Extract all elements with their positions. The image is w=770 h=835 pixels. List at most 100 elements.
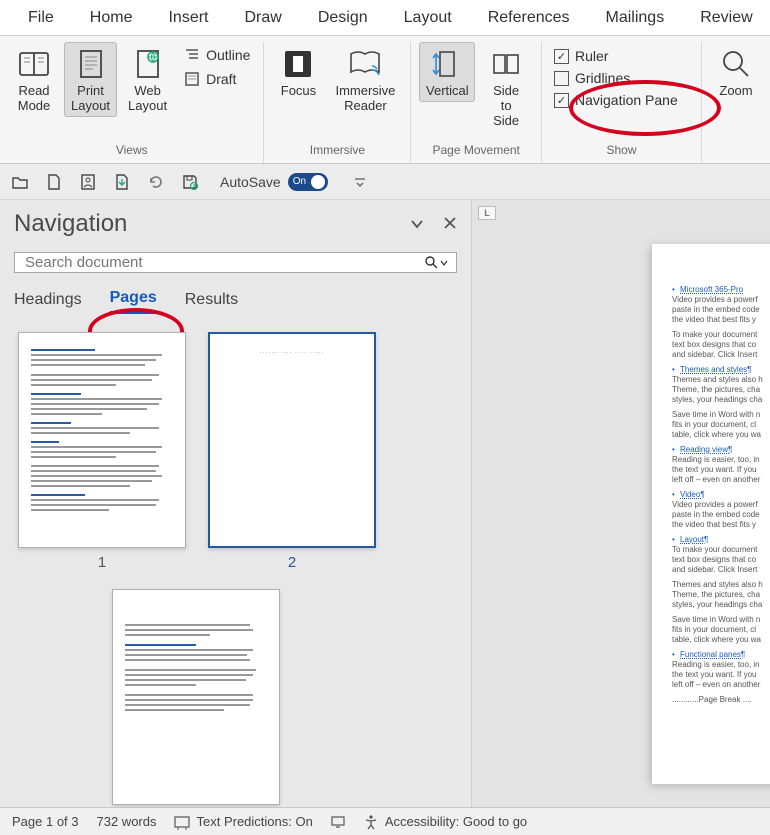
nav-tab-headings[interactable]: Headings [14,291,82,313]
search-document-box[interactable] [14,252,457,273]
export-icon[interactable] [112,172,132,192]
heading: Functional panes¶ [680,650,745,659]
ruler-corner-icon: L [478,206,496,220]
side-to-side-icon [489,47,523,81]
tab-file[interactable]: File [10,3,72,33]
web-layout-button[interactable]: Web Layout [121,42,174,117]
zoom-icon [719,47,753,81]
group-show-label: Show [606,143,636,159]
toggle-switch-icon[interactable]: On [288,173,328,191]
read-mode-button[interactable]: Read Mode [8,42,60,117]
open-icon[interactable] [10,172,30,192]
status-bar: Page 1 of 3 732 words Text Predictions: … [0,807,770,835]
quick-access-toolbar: AutoSave On [0,164,770,200]
tab-review[interactable]: Review [682,3,770,33]
outline-button[interactable]: Outline [178,44,255,66]
side-to-side-label: Side to Side [486,84,526,129]
draft-label: Draft [206,71,236,87]
checkbox-checked-icon: ✓ [554,93,569,108]
tab-draw[interactable]: Draw [226,3,299,33]
immersive-reader-button[interactable]: Immersive Reader [328,42,402,117]
group-show: ✓ Ruler Gridlines ✓ Navigation Pane Show [542,42,702,163]
page-thumbnail-2-label: 2 [288,554,296,571]
status-page[interactable]: Page 1 of 3 [12,814,79,829]
print-layout-icon [74,47,108,81]
ruler-checkbox[interactable]: ✓ Ruler [550,46,682,66]
collapse-icon[interactable] [409,216,425,232]
outline-label: Outline [206,47,250,63]
page-thumbnail-1-label: 1 [98,554,106,571]
group-views: Read Mode Print Layout Web Layout [0,42,264,163]
checkbox-unchecked-icon [554,71,569,86]
print-layout-button[interactable]: Print Layout [64,42,117,117]
web-layout-icon [131,47,165,81]
checkbox-checked-icon: ✓ [554,49,569,64]
vertical-button[interactable]: Vertical [419,42,475,102]
nav-tab-pages[interactable]: Pages [110,289,157,314]
search-icon[interactable] [425,256,448,269]
side-to-side-button[interactable]: Side to Side [479,42,533,132]
print-layout-label: Print Layout [71,84,110,114]
save-icon[interactable] [180,172,200,192]
main-area: Navigation Headings Pages Results [0,200,770,807]
focus-icon [281,47,315,81]
navigation-pane-checkbox[interactable]: ✓ Navigation Pane [550,90,682,110]
document-area[interactable]: L •Microsoft 365-Pro Video provides a po… [472,200,770,807]
autosave-toggle[interactable]: AutoSave On [220,173,328,191]
profile-icon[interactable] [78,172,98,192]
heading: Layout¶ [680,535,708,544]
autosave-state: On [293,176,306,187]
heading: Themes and styles¶ [680,365,751,374]
tab-mailings[interactable]: Mailings [588,3,683,33]
navigation-tabs: Headings Pages Results [14,289,457,314]
zoom-button[interactable]: Zoom [710,42,762,102]
nav-tab-results[interactable]: Results [185,291,238,313]
tab-insert[interactable]: Insert [150,3,226,33]
autosave-label: AutoSave [220,174,281,190]
ruler-label: Ruler [575,48,608,64]
heading: Microsoft 365-Pro [680,285,743,294]
search-input[interactable] [23,253,425,272]
page-thumbnail-2[interactable]: ··········· ···· ····· [208,332,376,548]
navigation-pane: Navigation Headings Pages Results [0,200,472,807]
page-thumbnail-3[interactable] [112,589,280,805]
outline-icon [183,46,201,64]
gridlines-label: Gridlines [575,70,630,86]
document-page[interactable]: •Microsoft 365-Pro Video provides a powe… [652,244,770,784]
group-immersive: Focus Immersive Reader Immersive [264,42,411,163]
draft-button[interactable]: Draft [178,68,255,90]
immersive-reader-label: Immersive Reader [335,84,395,114]
status-accessibility[interactable]: Accessibility: Good to go [363,814,527,830]
focus-button[interactable]: Focus [272,42,324,102]
ribbon-body: Read Mode Print Layout Web Layout [0,36,770,164]
display-settings-icon [331,815,345,829]
tab-design[interactable]: Design [300,3,386,33]
group-page-movement-label: Page Movement [433,143,520,159]
read-mode-icon [17,47,51,81]
page-thumbnail-1[interactable] [18,332,186,548]
group-views-label: Views [116,143,148,159]
vertical-label: Vertical [426,84,469,99]
status-show-settings[interactable] [331,815,345,829]
status-text-predictions[interactable]: Text Predictions: On [174,814,312,830]
page-thumbnails: 1 ··········· ···· ····· 2 [14,332,457,805]
group-immersive-label: Immersive [310,143,365,159]
zoom-label: Zoom [719,84,752,99]
read-mode-label: Read Mode [18,84,51,114]
navigation-pane-label: Navigation Pane [575,92,678,108]
new-document-icon[interactable] [44,172,64,192]
customize-qat-icon[interactable] [350,172,370,192]
group-zoom: Zoom [702,42,770,163]
tab-home[interactable]: Home [72,3,151,33]
heading: Video¶ [680,490,705,499]
gridlines-checkbox[interactable]: Gridlines [550,68,682,88]
immersive-reader-icon [348,47,382,81]
tab-references[interactable]: References [470,3,588,33]
undo-icon[interactable] [146,172,166,192]
text-predictions-icon [174,814,190,830]
tab-layout[interactable]: Layout [386,3,470,33]
status-words[interactable]: 732 words [97,814,157,829]
accessibility-icon [363,814,379,830]
focus-label: Focus [281,84,316,99]
close-icon[interactable] [443,216,457,232]
